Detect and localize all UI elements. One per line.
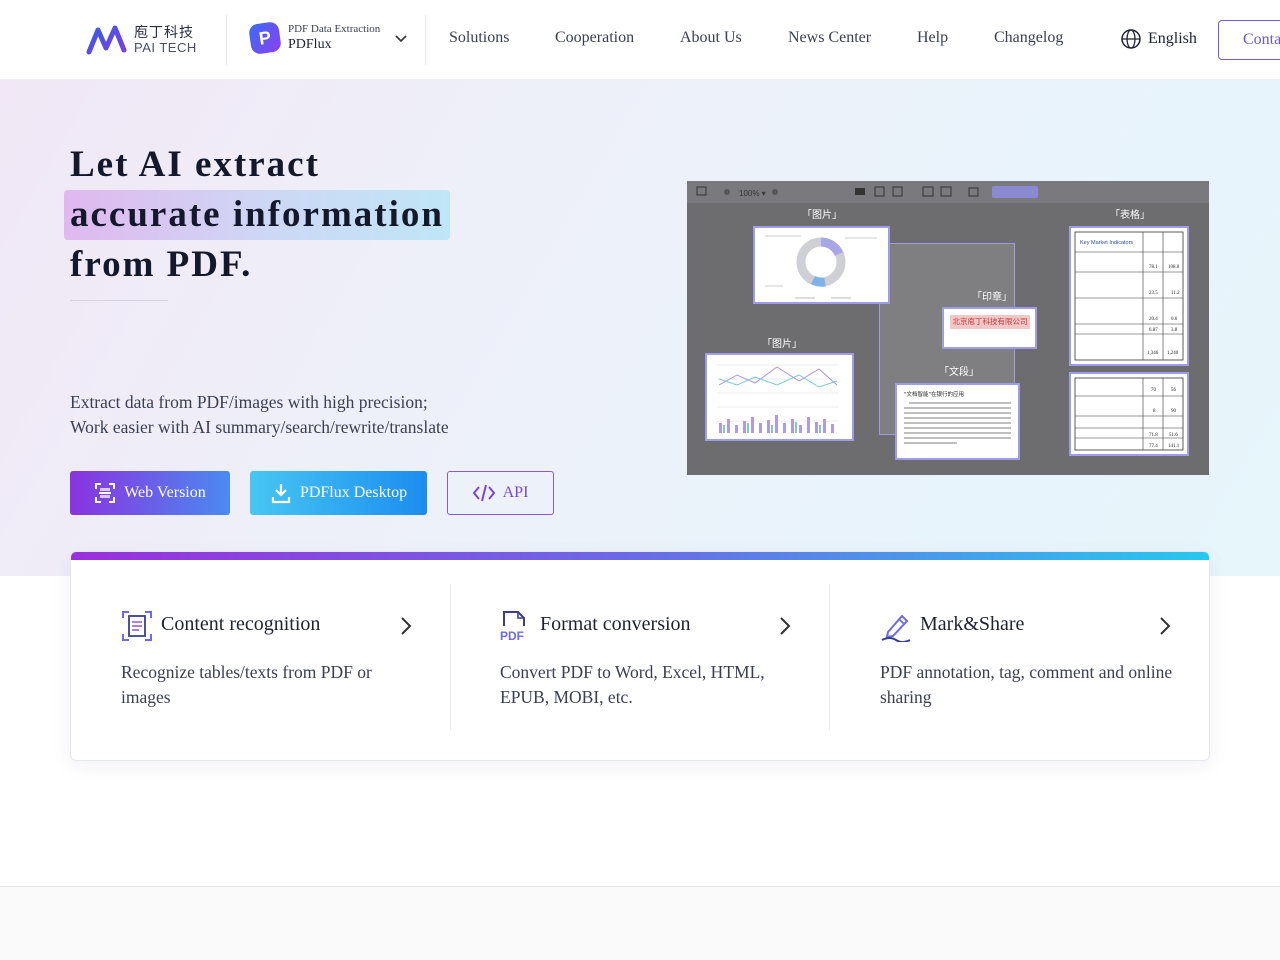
divider xyxy=(226,15,227,65)
nav-news-center[interactable]: News Center xyxy=(788,29,871,47)
preview-paragraph-card: "文档智能"在银行的应用 xyxy=(895,383,1020,460)
svg-text:78.1: 78.1 xyxy=(1149,265,1158,270)
product-subtitle: PDF Data Extraction xyxy=(288,23,381,35)
hero-section: Let AI extract accurate information from… xyxy=(0,80,1280,576)
preview-table-card-2: 70 56 8 90 71.8 51.6 77.4 141.1 xyxy=(1069,372,1189,456)
feature-description: PDF annotation, tag, comment and online … xyxy=(880,662,1173,707)
logo-english-text: PAI TECH xyxy=(134,39,197,55)
language-switcher[interactable]: English xyxy=(1120,28,1197,50)
pdflux-desktop-button[interactable]: PDFlux Desktop xyxy=(250,471,427,515)
svg-text:108.8: 108.8 xyxy=(1168,265,1180,270)
globe-icon xyxy=(1121,29,1141,49)
feature-description: Recognize tables/texts from PDF or image… xyxy=(121,662,372,707)
svg-text:1,240: 1,240 xyxy=(1167,351,1179,356)
svg-text:20.4: 20.4 xyxy=(1149,317,1158,322)
hero-desc-line-2: Work easier with AI summary/search/rewri… xyxy=(70,417,449,437)
chevron-right-icon xyxy=(780,617,791,635)
hero-headline: Let AI extract accurate information from… xyxy=(64,140,450,290)
svg-text:0.6: 0.6 xyxy=(1171,317,1178,322)
language-label: English xyxy=(1148,30,1197,47)
code-icon xyxy=(472,484,495,502)
preview-chart-card xyxy=(705,353,854,441)
pai-tech-logo-icon xyxy=(86,25,127,55)
top-navbar: 庖丁科技 PAI TECH P PDF Data Extraction PDFl… xyxy=(0,0,1280,80)
feature-description: Convert PDF to Word, Excel, HTML, EPUB, … xyxy=(500,662,765,707)
api-label: API xyxy=(502,484,529,501)
document-scan-icon xyxy=(122,611,152,641)
headline-highlight: accurate information xyxy=(64,190,450,240)
product-switcher[interactable]: P PDF Data Extraction PDFlux xyxy=(248,21,408,56)
preview-zoom: 100% ▾ xyxy=(739,189,766,198)
hero-description: Extract data from PDF/images with high p… xyxy=(70,390,449,440)
nav-cooperation[interactable]: Cooperation xyxy=(555,29,634,47)
svg-text:3.8: 3.8 xyxy=(1171,328,1178,333)
feature-mark-share[interactable]: Mark&Share PDF annotation, tag, comment … xyxy=(830,584,1209,730)
preview-image-card xyxy=(753,226,890,304)
pdflux-desktop-label: PDFlux Desktop xyxy=(299,484,408,501)
svg-text:70: 70 xyxy=(1151,388,1157,393)
feature-title: Mark&Share xyxy=(920,613,1025,635)
preview-seal-card: 北京庖丁科技有限公司 xyxy=(942,307,1037,349)
product-name: PDFlux xyxy=(288,37,332,53)
feature-title: Format conversion xyxy=(540,613,691,635)
feature-title: Content recognition xyxy=(161,613,321,635)
pdflux-badge-icon: P xyxy=(248,21,282,56)
nav-about-us[interactable]: About Us xyxy=(680,29,742,47)
contact-button[interactable]: Conta xyxy=(1218,20,1280,60)
svg-text:6.87: 6.87 xyxy=(1149,328,1158,333)
nav-help[interactable]: Help xyxy=(917,29,948,47)
api-button[interactable]: API xyxy=(447,471,554,515)
svg-text:77.4: 77.4 xyxy=(1149,444,1158,449)
web-version-button[interactable]: Web Version xyxy=(70,471,230,515)
divider xyxy=(425,15,426,65)
preview-table-title: Key Market Indicators xyxy=(1080,240,1133,246)
pen-mark-icon xyxy=(881,614,911,642)
features-gradient-bar xyxy=(71,552,1209,560)
svg-text:23.5: 23.5 xyxy=(1149,291,1158,296)
headline-line-1: Let AI extract xyxy=(70,144,320,185)
chevron-down-icon xyxy=(395,35,407,43)
feature-content-recognition[interactable]: Content recognition Recognize tables/tex… xyxy=(71,584,451,730)
scan-icon xyxy=(95,483,116,503)
chevron-right-icon xyxy=(1160,617,1171,635)
svg-text:PDF: PDF xyxy=(500,629,524,642)
hero-desc-line-1: Extract data from PDF/images with high p… xyxy=(70,392,428,412)
logo-chinese-text: 庖丁科技 xyxy=(134,24,194,41)
svg-text:8: 8 xyxy=(1153,409,1156,414)
product-preview-image: 100% ▾ 「图片」 Key Market Indicators 78.1 1… xyxy=(687,181,1209,475)
preview-label-seal: 「印章」 xyxy=(972,292,1012,303)
svg-text:1,346: 1,346 xyxy=(1147,351,1159,356)
headline-line-3: from PDF. xyxy=(70,244,253,285)
svg-text:141.1: 141.1 xyxy=(1168,444,1180,449)
pai-tech-logo[interactable]: 庖丁科技 PAI TECH xyxy=(86,22,197,58)
preview-table-card: Key Market Indicators 78.1 108.8 23.5 11.2… xyxy=(1069,226,1189,366)
pdf-file-icon: PDF xyxy=(500,611,525,642)
web-version-label: Web Version xyxy=(124,484,206,501)
svg-text:51.6: 51.6 xyxy=(1169,433,1178,438)
nav-solutions[interactable]: Solutions xyxy=(449,29,509,47)
chevron-right-icon xyxy=(401,617,412,635)
features-card: Content recognition Recognize tables/tex… xyxy=(70,551,1210,761)
preview-seal-text: 北京庖丁科技有限公司 xyxy=(950,315,1030,329)
preview-toolbar: 100% ▾ xyxy=(687,181,1209,203)
feature-format-conversion[interactable]: PDF Format conversion Convert PDF to Wor… xyxy=(450,584,830,730)
svg-text:71.8: 71.8 xyxy=(1149,433,1158,438)
hero-divider xyxy=(70,300,168,301)
svg-text:11.2: 11.2 xyxy=(1171,291,1180,296)
preview-label-paragraph: 「文段」 xyxy=(939,367,979,378)
svg-text:90: 90 xyxy=(1171,409,1177,414)
preview-label-image-top: 「图片」 xyxy=(802,210,842,221)
preview-label-image-left: 「图片」 xyxy=(762,339,802,350)
download-icon xyxy=(271,484,291,504)
nav-changelog[interactable]: Changelog xyxy=(994,29,1063,47)
preview-label-table: 「表格」 xyxy=(1110,210,1150,221)
svg-text:56: 56 xyxy=(1171,388,1177,393)
next-section xyxy=(0,886,1280,960)
